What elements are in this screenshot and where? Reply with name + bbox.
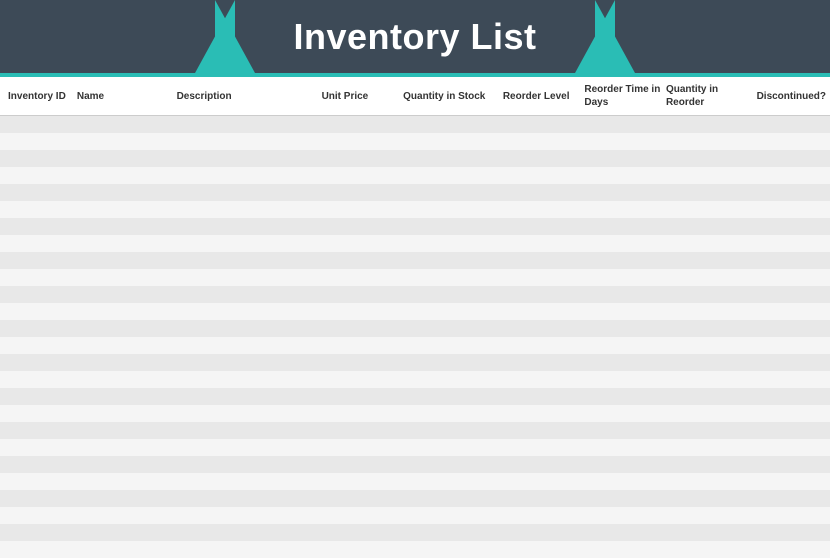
table-row — [0, 405, 830, 422]
header-accent-left2 — [215, 0, 255, 73]
table-row — [0, 456, 830, 473]
table-row — [0, 490, 830, 507]
table-row — [0, 286, 830, 303]
col-header-description: Description — [177, 90, 322, 103]
column-headers-row: Inventory ID Name Description Unit Price… — [0, 77, 830, 116]
page-wrapper: Inventory List Inventory ID Name Descrip… — [0, 0, 830, 558]
col-header-quantity-reorder: Quantity in Reorder — [666, 83, 757, 109]
col-header-inventory-id: Inventory ID — [4, 90, 77, 103]
table-row — [0, 422, 830, 439]
table-row — [0, 184, 830, 201]
table-row — [0, 371, 830, 388]
header: Inventory List — [0, 0, 830, 73]
col-header-discontinued: Discontinued? — [757, 90, 826, 103]
table-row — [0, 507, 830, 524]
table-row — [0, 218, 830, 235]
table-row — [0, 541, 830, 558]
table-row — [0, 116, 830, 133]
col-header-reorder-time: Reorder Time in Days — [584, 83, 666, 109]
table-row — [0, 388, 830, 405]
table-row — [0, 439, 830, 456]
col-header-name: Name — [77, 90, 177, 103]
table-row — [0, 303, 830, 320]
table-row — [0, 167, 830, 184]
table-row — [0, 252, 830, 269]
col-header-reorder-level: Reorder Level — [503, 90, 585, 103]
table-row — [0, 524, 830, 541]
table-row — [0, 201, 830, 218]
page-title: Inventory List — [293, 16, 536, 58]
header-accent-right2 — [575, 0, 615, 73]
table-row — [0, 133, 830, 150]
table-row — [0, 150, 830, 167]
table-row — [0, 269, 830, 286]
table-body — [0, 116, 830, 558]
table-row — [0, 354, 830, 371]
col-header-unit-price: Unit Price — [322, 90, 404, 103]
col-header-quantity-stock: Quantity in Stock — [403, 90, 503, 103]
table-row — [0, 235, 830, 252]
table-row — [0, 473, 830, 490]
table-row — [0, 337, 830, 354]
table-row — [0, 320, 830, 337]
